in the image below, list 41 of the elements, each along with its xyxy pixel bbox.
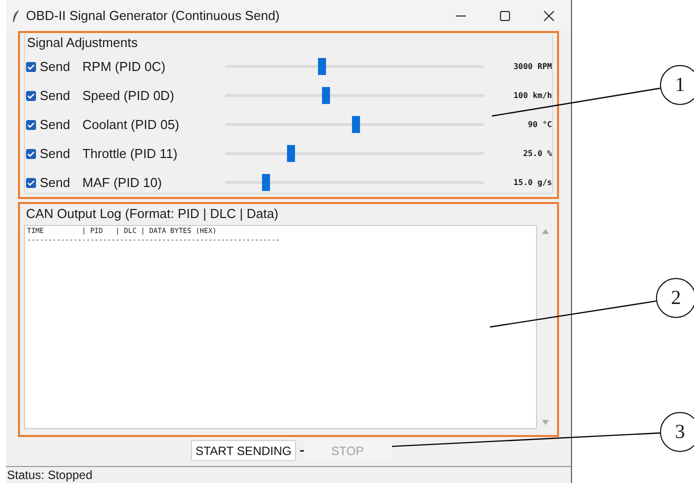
action-button[interactable]: START SENDING: [191, 440, 296, 461]
checkbox-label: Send: [40, 58, 72, 76]
signal-label: RPM (PID 0C): [82, 58, 166, 76]
checkbox-label: Send: [40, 116, 72, 134]
checkbox-label: Send: [40, 174, 72, 192]
slider[interactable]: [225, 116, 484, 133]
checkbox-label: Send: [40, 144, 72, 163]
checkbox[interactable]: [26, 120, 36, 130]
slider-thumb[interactable]: [287, 145, 296, 162]
slider-thumb[interactable]: [318, 58, 326, 75]
checkbox[interactable]: [26, 62, 36, 72]
signal-reading: 15.0 g/s: [512, 176, 552, 188]
window-title: OBD-II Signal Generator (Continuous Send): [26, 6, 280, 25]
slider[interactable]: [225, 87, 484, 104]
signal-label: Speed (PID 0D): [82, 86, 176, 105]
panel-title: CAN Output Log (Format: PID | DLC | Data): [25, 205, 280, 223]
checkbox[interactable]: [26, 90, 36, 100]
slider[interactable]: [225, 145, 484, 162]
maximize-icon: [500, 10, 510, 20]
checkbox[interactable]: [26, 148, 36, 158]
signal-reading: 90 °C: [526, 118, 552, 130]
callout-number: 2: [656, 278, 694, 318]
signal-reading: 25.0 %: [522, 148, 552, 160]
feather-icon: [12, 10, 20, 22]
signal-reading: 100 km/h: [512, 90, 552, 102]
status-text: Status: Stopped: [6, 467, 92, 483]
signal-reading: 3000 RPM: [512, 60, 552, 72]
signal-label: MAF (PID 10): [82, 174, 163, 192]
slider-thumb[interactable]: [262, 174, 270, 191]
checkbox-label: Send: [40, 86, 72, 105]
slider[interactable]: [225, 58, 484, 75]
callout-number: 3: [660, 412, 694, 452]
slider-thumb[interactable]: [322, 87, 330, 104]
slider-thumb[interactable]: [352, 116, 360, 133]
checkbox[interactable]: [26, 178, 36, 188]
panel-title: Signal Adjustments: [26, 34, 139, 52]
close-icon: [544, 10, 554, 20]
slider[interactable]: [225, 174, 484, 191]
signal-label: Coolant (PID 05): [82, 116, 180, 134]
callout-number: 1: [660, 65, 694, 105]
signal-label: Throttle (PID 11): [82, 144, 179, 163]
